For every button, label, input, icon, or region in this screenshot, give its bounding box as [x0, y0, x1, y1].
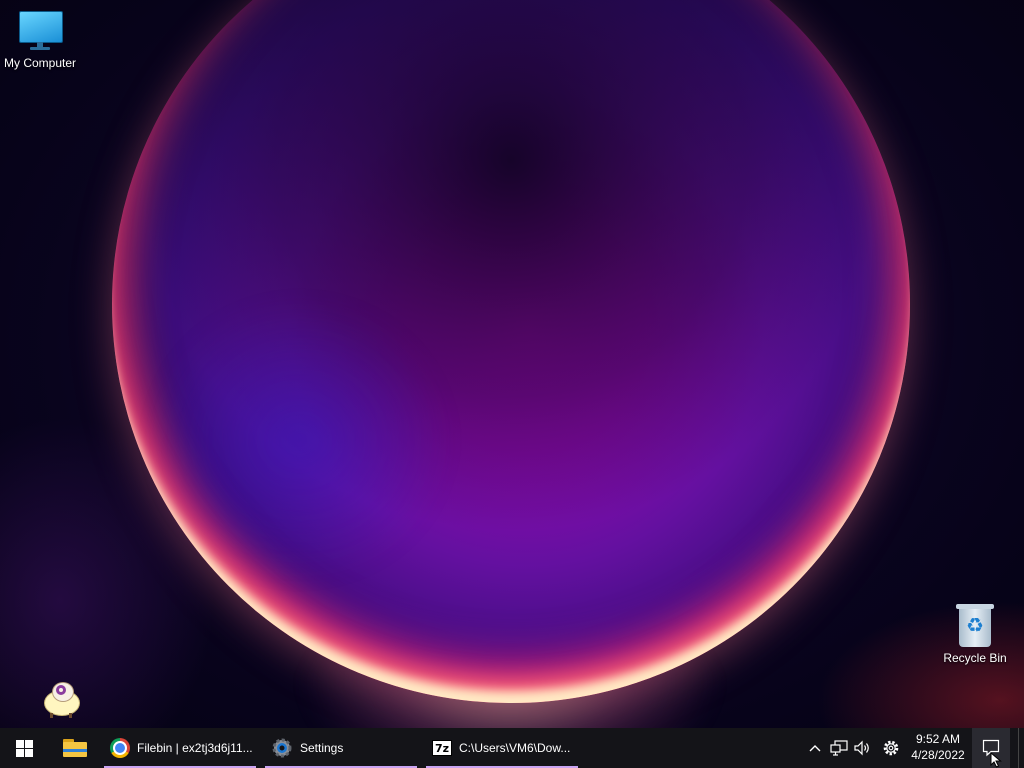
taskbar-clock[interactable]: 9:52 AM 4/28/2022	[906, 728, 970, 768]
chevron-up-icon	[809, 745, 821, 752]
desktop-icon-label: My Computer	[3, 56, 77, 70]
mouse-cursor-icon	[990, 752, 1002, 768]
taskbar-item-settings[interactable]: Settings	[265, 728, 417, 768]
taskbar: Filebin | ex2tj3d6j11... Settings 7z C:\…	[0, 728, 1024, 768]
tray-settings-button[interactable]	[880, 728, 902, 768]
file-explorer-button[interactable]	[54, 728, 96, 768]
desktop-wallpaper[interactable]: My Computer ♻ Recycle Bin	[0, 0, 1024, 728]
clock-date: 4/28/2022	[911, 748, 965, 762]
taskbar-item-chrome[interactable]: Filebin | ex2tj3d6j11...	[104, 728, 256, 768]
network-button[interactable]	[828, 728, 850, 768]
desktop-icon-label: Recycle Bin	[943, 651, 1007, 665]
folder-icon	[63, 739, 87, 757]
wallpaper-tint	[150, 300, 450, 580]
volume-button[interactable]	[852, 728, 874, 768]
show-desktop-button[interactable]	[1018, 728, 1024, 768]
recycle-bin-icon: ♻	[956, 604, 994, 648]
speaker-icon	[854, 740, 869, 756]
taskbar-item-label: Settings	[300, 741, 344, 755]
desktop-icon-my-computer[interactable]: My Computer	[0, 11, 80, 70]
clock-time: 9:52 AM	[915, 732, 961, 746]
desktop-pet-sheep-icon[interactable]	[38, 680, 82, 720]
taskbar-item-label: C:\Users\VM6\Dow...	[459, 741, 571, 755]
desktop-icon-recycle-bin[interactable]: ♻ Recycle Bin	[935, 604, 1015, 665]
windows-logo-icon	[15, 739, 33, 757]
taskbar-item-7zip[interactable]: 7z C:\Users\VM6\Dow...	[426, 728, 578, 768]
computer-icon	[19, 11, 63, 53]
show-hidden-icons-button[interactable]	[806, 728, 824, 768]
network-icon	[830, 740, 848, 756]
gear-icon	[883, 740, 899, 756]
gear-icon	[272, 738, 292, 758]
start-button[interactable]	[0, 728, 48, 768]
7zip-icon: 7z	[432, 740, 452, 756]
taskbar-item-label: Filebin | ex2tj3d6j11...	[137, 741, 253, 755]
chrome-icon	[110, 738, 130, 758]
